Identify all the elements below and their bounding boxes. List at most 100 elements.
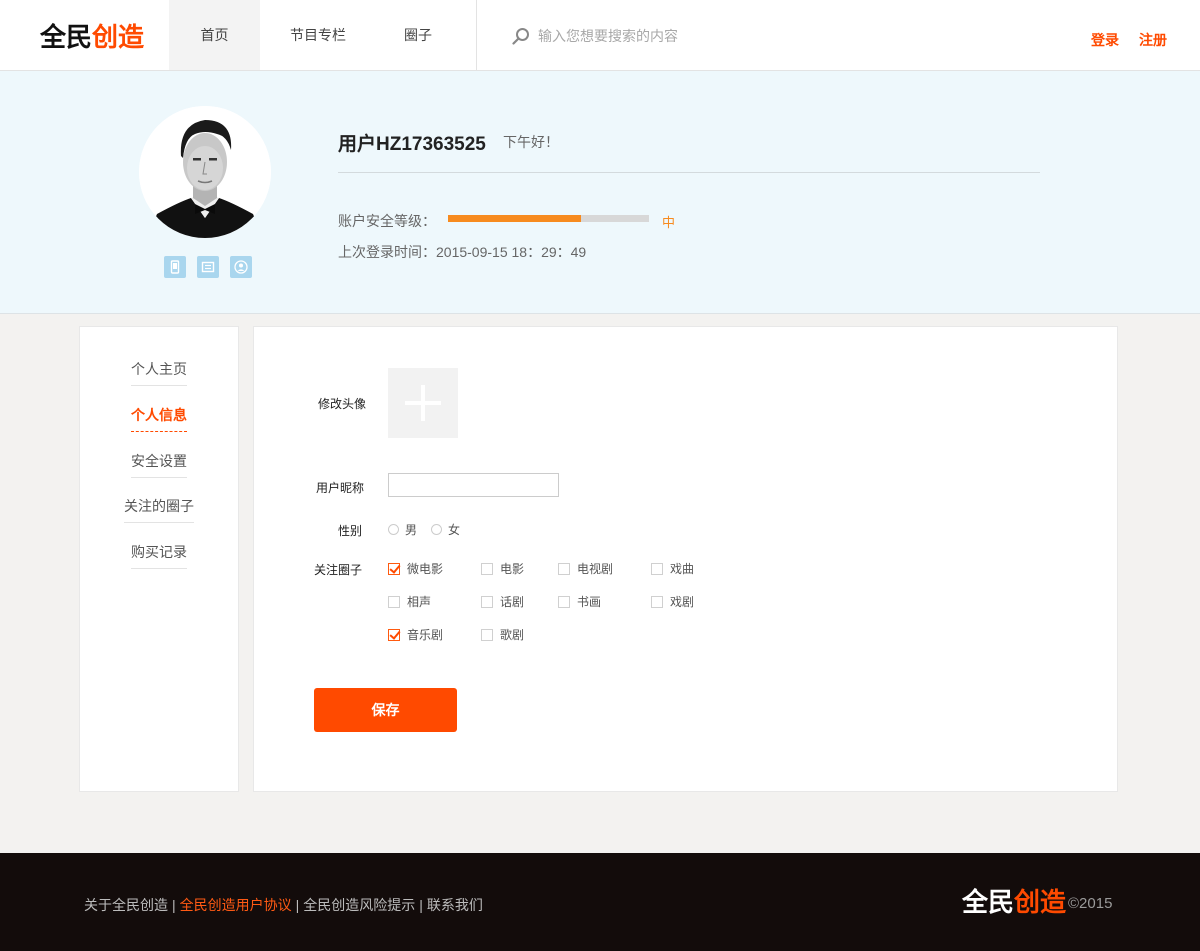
circle-checkbox[interactable]: 书画 [558, 593, 601, 610]
sidebar-item-label: 购买记录 [131, 542, 187, 569]
nickname-label: 用户昵称 [315, 481, 364, 495]
last-login: 上次登录时间：2015-09-15 18：29：49 [338, 242, 586, 262]
gender-male-radio[interactable]: 男 [388, 521, 417, 538]
checkbox-box [651, 595, 663, 608]
nav-programs[interactable]: 节目专栏 [260, 0, 374, 70]
circle-checkbox[interactable]: 歌剧 [481, 626, 524, 643]
circle-checkbox[interactable]: 电影 [481, 560, 524, 577]
security-bar-fill [448, 215, 581, 222]
avatar [139, 106, 271, 238]
circles-label: 关注圈子 [313, 563, 362, 577]
sidebar-item-label: 安全设置 [131, 451, 187, 478]
nickname-input[interactable] [388, 473, 559, 497]
circle-checkbox[interactable]: 微电影 [388, 560, 443, 577]
sidebar-item-purchases[interactable]: 购买记录 [80, 542, 238, 569]
last-login-time: 2015-09-15 18：29：49 [436, 244, 587, 260]
checkbox-box [558, 595, 570, 608]
binding-icons [164, 256, 252, 278]
sidebar: 个人主页 个人信息 安全设置 关注的圈子 购买记录 [79, 326, 239, 792]
register-link[interactable]: 注册 [1139, 30, 1167, 50]
search-bar [512, 27, 838, 45]
checkbox-checked-icon [388, 628, 400, 641]
circle-checkbox-label: 歌剧 [500, 628, 525, 642]
circle-checkbox-label: 话剧 [500, 595, 525, 609]
footer-link-agreement[interactable]: 全民创造用户协议 [180, 897, 292, 913]
footer-link-about[interactable]: 关于全民创造 [84, 897, 168, 913]
circle-checkbox[interactable]: 音乐剧 [388, 626, 443, 643]
security-label: 账户安全等级： [338, 213, 436, 229]
security-bar [448, 215, 649, 222]
logo-text-a: 全民 [40, 22, 93, 52]
logo-text-b: 创造 [92, 22, 145, 52]
circle-checkbox[interactable]: 戏曲 [651, 560, 694, 577]
sidebar-item-home[interactable]: 个人主页 [80, 359, 238, 386]
circle-checkbox[interactable]: 相声 [388, 593, 431, 610]
circle-checkbox-label: 电影 [500, 562, 525, 576]
phone-icon[interactable] [164, 256, 186, 278]
copyright: ©2015 [1068, 895, 1113, 912]
avatar-portrait [139, 106, 271, 238]
site-logo[interactable]: 全民创造 [40, 22, 144, 52]
last-login-label: 上次登录时间： [338, 244, 436, 260]
sidebar-item-circles[interactable]: 关注的圈子 [80, 496, 238, 523]
username: 用户HZ17363525 [338, 134, 486, 155]
gender-female-label: 女 [448, 523, 461, 537]
message-icon[interactable] [197, 256, 219, 278]
footer-link-risk[interactable]: 全民创造风险提示 [303, 897, 415, 913]
footer-logo-b: 创造 [1014, 887, 1067, 917]
sidebar-item-security[interactable]: 安全设置 [80, 451, 238, 478]
circle-checkbox-label: 音乐剧 [407, 628, 444, 642]
footer-sep: | [172, 897, 176, 913]
gender-male-label: 男 [405, 523, 418, 537]
security-level: 中 [662, 215, 676, 230]
radio-circle [431, 524, 442, 535]
gender-female-radio[interactable]: 女 [431, 521, 460, 538]
profile-form: 修改头像 用户昵称 性别 男 女 关注圈子 微电影 电影 电视剧 戏曲相声 话剧 书画 戏剧… [253, 326, 1118, 792]
top-header: 全民创造 首页 节目专栏 圈子 登录 注册 [0, 0, 1200, 71]
checkbox-box [651, 562, 663, 575]
sidebar-item-label: 个人信息 [131, 405, 187, 432]
profile-banner: 用户HZ17363525 下午好！ 账户安全等级： 中 上次登录时间：2015-… [0, 71, 1200, 314]
checkbox-box [481, 562, 493, 575]
footer-sep: | [419, 897, 423, 913]
login-link[interactable]: 登录 [1091, 30, 1119, 50]
checkbox-checked-icon [388, 562, 400, 575]
radio-circle [388, 524, 399, 535]
greeting: 下午好！ [503, 134, 559, 150]
checkbox-box [481, 595, 493, 608]
checkbox-box [481, 628, 493, 641]
footer-sep: | [295, 897, 300, 913]
avatar-label: 修改头像 [317, 397, 366, 411]
circle-checkbox[interactable]: 戏剧 [651, 593, 694, 610]
gender-label: 性别 [337, 524, 362, 538]
checkbox-box [558, 562, 570, 575]
nav-circles[interactable]: 圈子 [374, 0, 462, 70]
checkbox-box [388, 595, 400, 608]
search-icon[interactable] [512, 27, 530, 45]
footer-links: 关于全民创造 | 全民创造用户协议 | 全民创造风险提示 | 联系我们 [84, 895, 483, 915]
avatar-upload[interactable] [388, 368, 458, 438]
sidebar-item-profile[interactable]: 个人信息 [80, 405, 238, 432]
footer: 关于全民创造 | 全民创造用户协议 | 全民创造风险提示 | 联系我们 全民创造 ©2015 [0, 853, 1200, 951]
footer-logo-a: 全民 [962, 887, 1015, 917]
circle-checkbox-label: 电视剧 [577, 562, 614, 576]
circle-checkbox[interactable]: 话剧 [481, 593, 524, 610]
footer-logo: 全民创造 [962, 887, 1066, 917]
circle-checkbox[interactable]: 电视剧 [558, 560, 613, 577]
circle-checkbox-label: 书画 [577, 595, 602, 609]
sidebar-item-label: 个人主页 [131, 359, 187, 386]
circle-checkbox-label: 微电影 [407, 562, 444, 576]
circle-checkbox-label: 相声 [407, 595, 432, 609]
nav-home[interactable]: 首页 [169, 0, 260, 70]
save-button[interactable]: 保存 [314, 688, 457, 732]
main-nav: 首页 节目专栏 圈子 [169, 0, 462, 70]
circle-checkbox-label: 戏曲 [670, 562, 695, 576]
search-input[interactable] [538, 28, 838, 44]
auth-links: 登录 注册 [1091, 30, 1167, 50]
sidebar-item-label: 关注的圈子 [124, 496, 194, 523]
profile-divider [338, 172, 1040, 173]
footer-link-contact[interactable]: 联系我们 [427, 897, 483, 913]
circle-checkbox-label: 戏剧 [670, 595, 695, 609]
user-icon[interactable] [230, 256, 252, 278]
nav-divider [476, 0, 477, 70]
